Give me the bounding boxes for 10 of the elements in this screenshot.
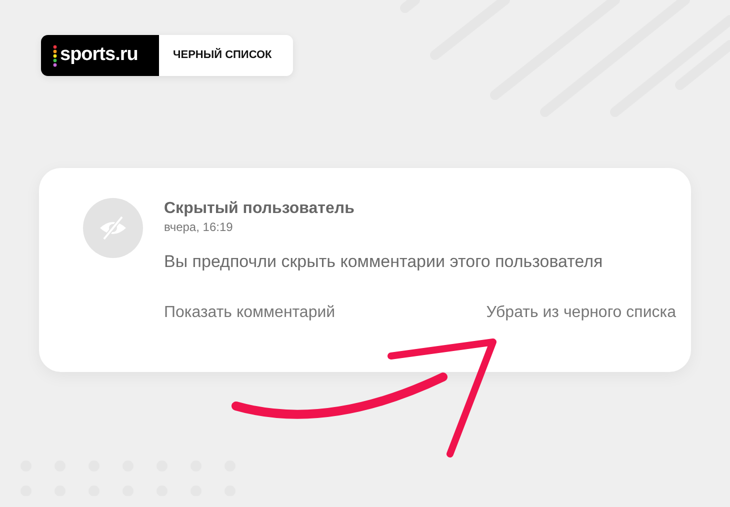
- dots-icon: [53, 44, 57, 66]
- hidden-eye-icon: [98, 215, 128, 241]
- author-name: Скрытый пользователь: [164, 199, 356, 219]
- show-comment-link[interactable]: Показать комментарий: [164, 301, 336, 325]
- comment-message: Вы предпочли скрыть комментарии этого пользователя: [164, 251, 604, 273]
- logo[interactable]: sports.ru: [41, 35, 159, 76]
- logo-text: sports.ru: [60, 43, 138, 68]
- remove-from-blacklist-link[interactable]: Убрать из черного списка: [486, 301, 676, 325]
- section-title: ЧЕРНЫЙ СПИСОК: [173, 47, 272, 64]
- comment-time: вчера, 16:19: [164, 219, 234, 235]
